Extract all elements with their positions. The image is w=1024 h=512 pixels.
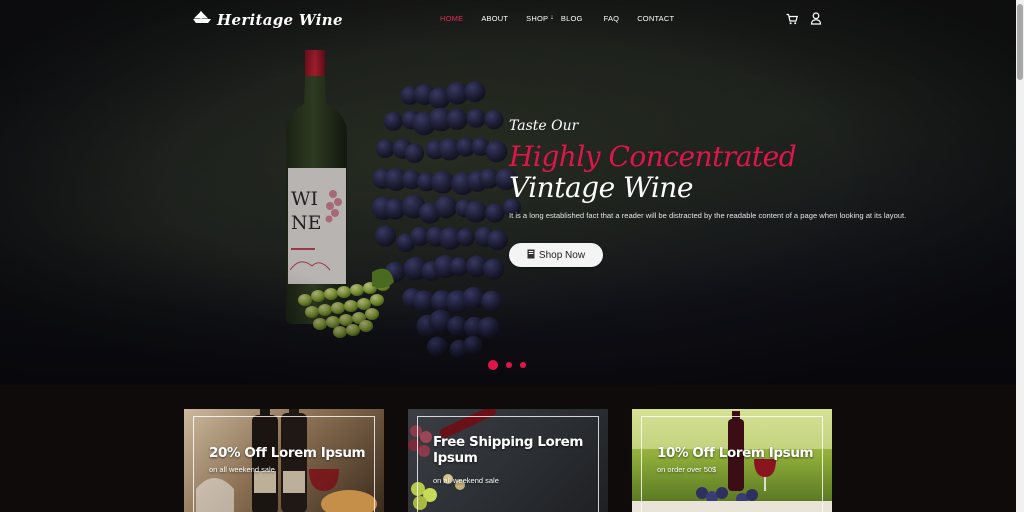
slider-dot-3[interactable]	[520, 362, 526, 368]
menu-item-about[interactable]: ABOUT	[481, 14, 508, 23]
ship-icon	[191, 9, 213, 30]
promo-frame	[641, 416, 823, 512]
promo-card-1[interactable]: 20% Off Lorem Ipsum on all weekend sale	[184, 409, 384, 512]
hero-description: It is a long established fact that a rea…	[509, 211, 907, 220]
book-icon	[527, 246, 535, 264]
chevron-down-icon[interactable]: ↓	[550, 14, 554, 23]
promo-subtitle: on order over 50$	[657, 465, 717, 474]
promo-title: 10% Off Lorem Ipsum	[657, 445, 814, 461]
promo-section: 20% Off Lorem Ipsum on all weekend sale …	[0, 385, 1016, 512]
brand-logo[interactable]: Heritage Wine	[191, 9, 343, 30]
brand-name: Heritage Wine	[217, 10, 343, 29]
hero-banner: WI NE	[0, 0, 1016, 385]
slider-pagination	[488, 360, 526, 370]
menu-item-shop[interactable]: SHOP	[526, 14, 548, 23]
cart-icon[interactable]	[786, 12, 798, 30]
user-icon[interactable]	[810, 12, 822, 30]
promo-card-3[interactable]: 10% Off Lorem Ipsum on order over 50$	[632, 409, 832, 512]
menu-item-contact[interactable]: CONTACT	[637, 14, 674, 23]
shop-now-button[interactable]: Shop Now	[509, 243, 603, 267]
page-scrollbar[interactable]	[1016, 0, 1024, 512]
hero-text-block: Taste Our Highly Concentrated Vintage Wi…	[509, 118, 969, 220]
promo-frame	[193, 416, 375, 512]
scrollbar-thumb[interactable]	[1017, 4, 1023, 80]
promo-subtitle: on all weekend sale	[209, 465, 275, 474]
hero-headline: Vintage Wine	[509, 171, 693, 204]
promo-title: Free Shipping Lorem Ipsum	[433, 434, 584, 467]
menu-item-home[interactable]: HOME	[440, 14, 463, 23]
slider-dot-2[interactable]	[506, 362, 512, 368]
page: WI NE	[0, 0, 1024, 512]
main-menu: HOME ABOUT SHOP ↓ BLOG FAQ CONTACT	[440, 14, 674, 23]
menu-item-faq[interactable]: FAQ	[604, 14, 620, 23]
promo-title: 20% Off Lorem Ipsum	[209, 445, 366, 461]
menu-item-blog[interactable]: BLOG	[561, 14, 583, 23]
shop-now-label: Shop Now	[538, 249, 586, 261]
promo-card-2[interactable]: Free Shipping Lorem Ipsum on all weekend…	[408, 409, 608, 512]
nav-icons	[786, 12, 822, 30]
promo-subtitle: on all weekend sale	[433, 476, 499, 485]
hero-eyebrow: Taste Our	[509, 118, 579, 134]
hero-headline-accent: Highly Concentrated	[509, 140, 797, 173]
top-navigation: Heritage Wine HOME ABOUT SHOP ↓ BLOG FAQ…	[0, 0, 1016, 38]
slider-dot-1[interactable]	[488, 360, 498, 370]
